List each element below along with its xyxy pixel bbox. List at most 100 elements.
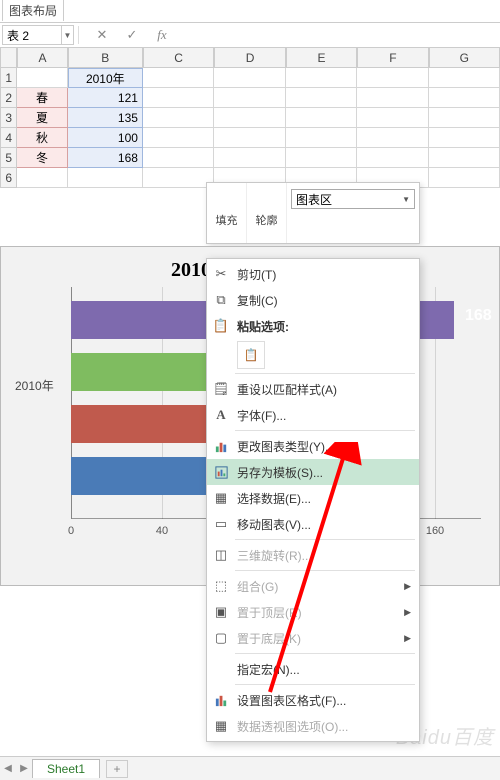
cell[interactable] [143,148,214,168]
cell[interactable]: 168 [68,148,143,168]
add-sheet-button[interactable]: + [106,760,128,778]
row-header[interactable]: 1 [0,68,17,88]
cell[interactable] [68,168,143,188]
outline-button[interactable]: 轮廓 [247,183,287,243]
cell[interactable] [357,68,428,88]
cell[interactable] [143,168,214,188]
cell[interactable] [286,148,357,168]
cell[interactable] [143,88,214,108]
cell[interactable] [357,128,428,148]
cell[interactable]: 秋 [17,128,67,148]
fx-icon[interactable]: fx [151,25,173,45]
ctx-label: 移动图表(V)... [237,516,311,533]
cell[interactable] [286,68,357,88]
cell[interactable] [429,108,500,128]
cell[interactable]: 135 [68,108,143,128]
cell[interactable] [214,128,285,148]
cell[interactable] [286,88,357,108]
cell[interactable] [143,108,214,128]
format-icon [211,690,231,710]
submenu-arrow-icon: ▶ [404,581,411,592]
cell[interactable] [17,68,67,88]
fill-button[interactable]: 填充 [207,183,247,243]
cell[interactable] [429,148,500,168]
sheet-tab-sheet1[interactable]: Sheet1 [32,759,100,778]
cell[interactable]: 121 [68,88,143,108]
cell[interactable] [429,88,500,108]
cell[interactable] [429,168,500,188]
ctx-label: 置于底层(K) [237,630,301,647]
cell[interactable] [143,68,214,88]
row-header[interactable]: 2 [0,88,17,108]
col-header[interactable]: C [143,48,214,68]
cell[interactable]: 100 [68,128,143,148]
select-all-corner[interactable] [0,48,17,68]
chart-area-dropdown[interactable]: 图表区 ▼ [291,189,415,209]
ctx-copy[interactable]: ⧉复制(C) [207,287,419,313]
ctx-bring-to-front: ▣置于顶层(R)▶ [207,599,419,625]
cell[interactable] [17,168,67,188]
col-header[interactable]: B [68,48,143,68]
ribbon-tab-chart-layout[interactable]: 图表布局 [2,0,64,21]
cell[interactable] [286,128,357,148]
ctx-reset-style[interactable]: 🗒重设以匹配样式(A) [207,376,419,402]
paste-option-button[interactable]: 📋 [237,341,265,369]
col-header[interactable]: D [214,48,285,68]
cell[interactable] [357,108,428,128]
cell[interactable] [429,68,500,88]
ctx-label: 指定宏(N)... [237,661,300,678]
ctx-change-chart-type[interactable]: 更改图表类型(Y)... [207,433,419,459]
send-back-icon: ▢ [211,628,231,648]
chart-area-selector: 图表区 ▼ [287,183,419,243]
row-header[interactable]: 6 [0,168,17,188]
cell[interactable]: 冬 [17,148,67,168]
ctx-assign-macro[interactable]: 指定宏(N)... [207,656,419,682]
ctx-label: 更改图表类型(Y)... [237,438,335,455]
rotate-3d-icon: ◫ [211,545,231,565]
cell[interactable] [143,128,214,148]
cancel-icon[interactable]: ✕ [91,25,113,45]
name-box[interactable]: 表 2 [2,25,62,45]
ctx-group: ⬚组合(G)▶ [207,573,419,599]
bring-front-icon: ▣ [211,602,231,622]
name-box-dropdown[interactable]: ▼ [62,25,74,45]
ctx-font[interactable]: A字体(F)... [207,402,419,428]
x-tick: 160 [426,525,444,537]
tab-nav-next[interactable]: ▶ [16,763,32,774]
cell[interactable] [286,108,357,128]
col-header[interactable]: G [429,48,500,68]
cell[interactable] [214,148,285,168]
tab-nav-prev[interactable]: ◀ [0,763,16,774]
ctx-select-data[interactable]: ▦选择数据(E)... [207,485,419,511]
cell[interactable]: 春 [17,88,67,108]
context-menu: ✂剪切(T) ⧉复制(C) 📋粘贴选项: 📋 🗒重设以匹配样式(A) A字体(F… [206,258,420,742]
row-header[interactable]: 4 [0,128,17,148]
cell[interactable] [214,88,285,108]
group-icon: ⬚ [211,576,231,596]
cell[interactable]: 2010年 [68,68,143,88]
outline-label: 轮廓 [256,212,278,228]
ctx-cut[interactable]: ✂剪切(T) [207,261,419,287]
font-icon: A [211,405,231,425]
row-header[interactable]: 5 [0,148,17,168]
row-header[interactable]: 3 [0,108,17,128]
data-label: 168 [465,307,492,325]
col-header[interactable]: F [357,48,428,68]
col-header[interactable]: A [17,48,67,68]
cell[interactable] [214,108,285,128]
cell[interactable] [357,88,428,108]
separator [235,570,415,571]
col-header[interactable]: E [286,48,357,68]
confirm-icon[interactable]: ✓ [121,25,143,45]
ctx-move-chart[interactable]: ▭移动图表(V)... [207,511,419,537]
chart-area-value: 图表区 [296,191,332,208]
cell[interactable] [214,68,285,88]
x-tick: 0 [68,525,74,537]
x-tick: 40 [156,525,168,537]
cell[interactable] [357,148,428,168]
cell[interactable] [429,128,500,148]
cell[interactable]: 夏 [17,108,67,128]
ctx-format-chart-area[interactable]: 设置图表区格式(F)... [207,687,419,713]
ctx-label: 设置图表区格式(F)... [237,692,346,709]
ctx-save-as-template[interactable]: 另存为模板(S)... [207,459,419,485]
